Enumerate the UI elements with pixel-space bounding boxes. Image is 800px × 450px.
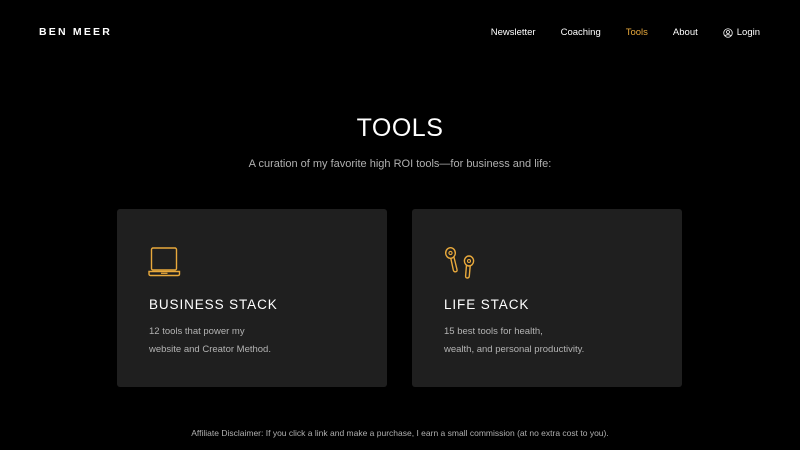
- laptop-icon: [148, 247, 181, 277]
- user-circle-icon: [723, 27, 733, 38]
- nav-login-label: Login: [736, 27, 760, 38]
- main-nav: Newsletter Coaching Tools About Login: [466, 27, 760, 38]
- page-subtitle: A curation of my favorite high ROI tools…: [248, 158, 552, 170]
- top-navigation: BEN MEER Newsletter Coaching Tools About…: [0, 0, 800, 64]
- earbuds-icon: [444, 246, 475, 279]
- business-stack-card[interactable]: BUSINESS STACK 12 tools that power my we…: [117, 209, 387, 387]
- business-stack-title: BUSINESS STACK: [149, 297, 278, 312]
- nav-about[interactable]: About: [673, 27, 698, 38]
- life-stack-desc-line-1: 15 best tools for health,: [444, 326, 543, 337]
- nav-tools[interactable]: Tools: [626, 27, 648, 38]
- business-stack-description: 12 tools that power my website and Creat…: [149, 323, 369, 359]
- affiliate-disclaimer: Affiliate Disclaimer: If you click a lin…: [191, 428, 609, 438]
- life-stack-title: LIFE STACK: [444, 297, 530, 312]
- business-stack-desc-line-1: 12 tools that power my: [149, 326, 245, 337]
- life-stack-desc-line-2: wealth, and personal productivity.: [444, 344, 585, 355]
- page-title: TOOLS: [356, 114, 444, 142]
- nav-coaching[interactable]: Coaching: [561, 27, 601, 38]
- site-logo[interactable]: BEN MEER: [39, 26, 112, 38]
- business-stack-desc-line-2: website and Creator Method.: [149, 344, 271, 355]
- life-stack-description: 15 best tools for health, wealth, and pe…: [444, 323, 664, 359]
- life-stack-card[interactable]: LIFE STACK 15 best tools for health, wea…: [412, 209, 682, 387]
- nav-newsletter[interactable]: Newsletter: [491, 27, 536, 38]
- nav-login[interactable]: Login: [723, 27, 760, 38]
